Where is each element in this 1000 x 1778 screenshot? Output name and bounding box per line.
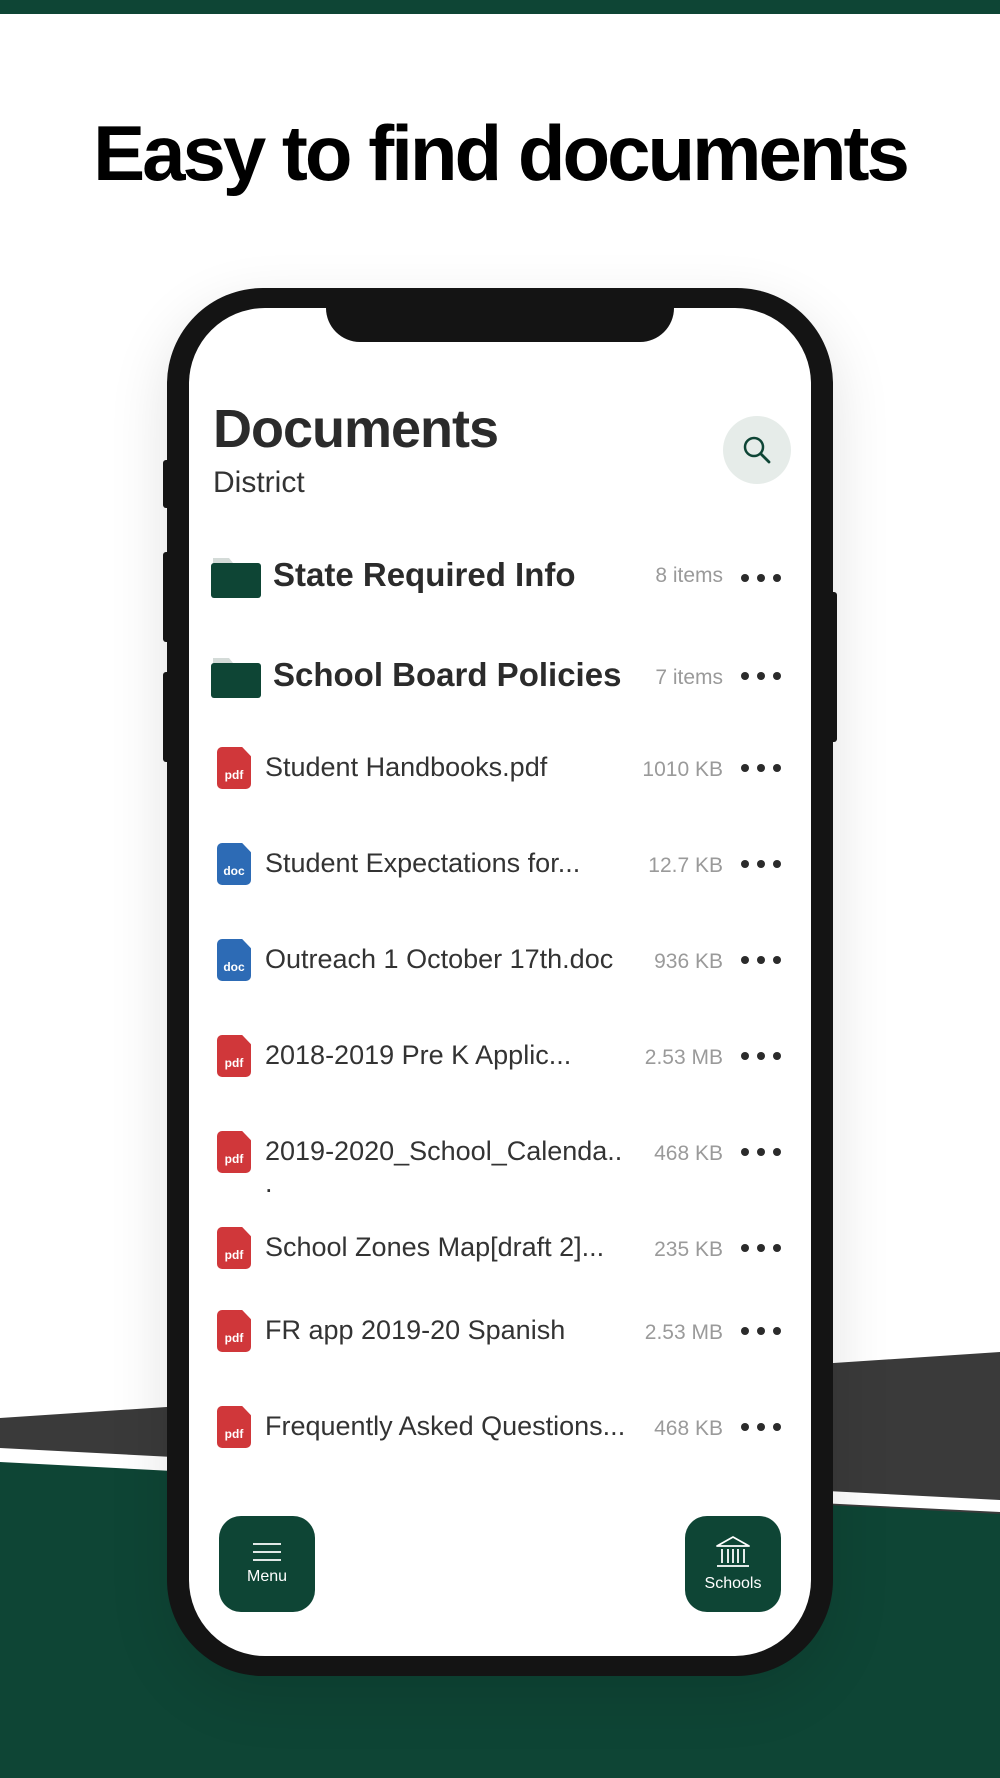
doc-file-icon: doc bbox=[217, 843, 251, 885]
menu-label: Menu bbox=[246, 1568, 288, 1585]
file-row[interactable]: doc Outreach 1 October 17th.doc 936 KB bbox=[189, 930, 811, 990]
item-count: 7 items bbox=[655, 666, 723, 689]
folder-row[interactable]: State Required Info 8 items bbox=[189, 542, 811, 608]
folder-icon bbox=[211, 558, 261, 598]
doc-file-icon: doc bbox=[217, 939, 251, 981]
file-size: 235 KB bbox=[654, 1238, 723, 1261]
more-options-button[interactable] bbox=[741, 1238, 781, 1258]
file-name: FR app 2019-20 Spanish bbox=[265, 1315, 566, 1345]
pdf-file-icon: pdf bbox=[217, 1406, 251, 1448]
file-name: School Zones Map[draft 2]... bbox=[265, 1232, 605, 1262]
phone-frame: Documents District State Required Info 8… bbox=[163, 288, 837, 1676]
file-name-continuation: . bbox=[265, 1168, 273, 1198]
file-size: 1010 KB bbox=[642, 758, 723, 781]
file-row[interactable]: pdf Frequently Asked Questions... 468 KB bbox=[189, 1397, 811, 1457]
more-options-button[interactable] bbox=[741, 1417, 781, 1437]
volume-up-button bbox=[163, 552, 169, 642]
file-size: 468 KB bbox=[654, 1142, 723, 1165]
file-row[interactable]: pdf Student Handbooks.pdf 1010 KB bbox=[189, 738, 811, 798]
power-button bbox=[831, 592, 837, 742]
search-button[interactable] bbox=[723, 416, 791, 484]
file-size: 12.7 KB bbox=[648, 854, 723, 877]
more-options-button[interactable] bbox=[741, 758, 781, 778]
page-subtitle: District bbox=[213, 466, 305, 499]
volume-down-button bbox=[163, 672, 169, 762]
folder-icon bbox=[211, 658, 261, 698]
phone-screen: Documents District State Required Info 8… bbox=[189, 308, 811, 1656]
file-size: 2.53 MB bbox=[644, 1046, 723, 1069]
file-row[interactable]: pdf 2019-2020_School_Calenda.. . 468 KB bbox=[189, 1122, 811, 1202]
phone-notch bbox=[326, 308, 674, 342]
search-icon bbox=[743, 436, 771, 464]
more-options-button[interactable] bbox=[741, 1142, 781, 1162]
folder-name: School Board Policies bbox=[273, 656, 622, 693]
page-title: Documents bbox=[213, 399, 499, 459]
school-building-icon bbox=[716, 1536, 750, 1567]
file-name: 2019-2020_School_Calenda.. bbox=[265, 1136, 623, 1166]
file-size: 468 KB bbox=[654, 1417, 723, 1440]
file-size: 2.53 MB bbox=[644, 1321, 723, 1344]
pdf-file-icon: pdf bbox=[217, 1310, 251, 1352]
mute-switch bbox=[163, 460, 169, 508]
more-options-button[interactable] bbox=[741, 950, 781, 970]
more-options-button[interactable] bbox=[741, 854, 781, 874]
more-options-button[interactable] bbox=[741, 1046, 781, 1066]
file-name: Student Expectations for... bbox=[265, 848, 581, 878]
top-accent-bar bbox=[0, 0, 1000, 14]
schools-label: Schools bbox=[704, 1575, 762, 1592]
headline: Easy to find documents bbox=[93, 109, 910, 197]
file-row[interactable]: pdf FR app 2019-20 Spanish 2.53 MB bbox=[189, 1301, 811, 1361]
schools-button[interactable]: Schools bbox=[685, 1516, 781, 1612]
file-size: 936 KB bbox=[654, 950, 723, 973]
file-name: 2018-2019 Pre K Applic... bbox=[265, 1040, 572, 1070]
file-row[interactable]: pdf 2018-2019 Pre K Applic... 2.53 MB bbox=[189, 1026, 811, 1086]
file-row[interactable]: pdf School Zones Map[draft 2]... 235 KB bbox=[189, 1218, 811, 1278]
pdf-file-icon: pdf bbox=[217, 1035, 251, 1077]
folder-name: State Required Info bbox=[273, 556, 576, 593]
hamburger-icon bbox=[253, 1543, 281, 1561]
more-options-button[interactable] bbox=[741, 1321, 781, 1341]
more-options-button[interactable] bbox=[741, 568, 781, 588]
folder-row[interactable]: School Board Policies 7 items bbox=[189, 642, 811, 708]
pdf-file-icon: pdf bbox=[217, 747, 251, 789]
file-name: Outreach 1 October 17th.doc bbox=[265, 944, 614, 974]
file-name: Student Handbooks.pdf bbox=[265, 752, 548, 782]
item-count: 8 items bbox=[655, 564, 723, 587]
menu-button[interactable]: Menu bbox=[219, 1516, 315, 1612]
pdf-file-icon: pdf bbox=[217, 1131, 251, 1173]
file-row[interactable]: doc Student Expectations for... 12.7 KB bbox=[189, 834, 811, 894]
pdf-file-icon: pdf bbox=[217, 1227, 251, 1269]
file-name: Frequently Asked Questions... bbox=[265, 1411, 626, 1441]
more-options-button[interactable] bbox=[741, 666, 781, 686]
